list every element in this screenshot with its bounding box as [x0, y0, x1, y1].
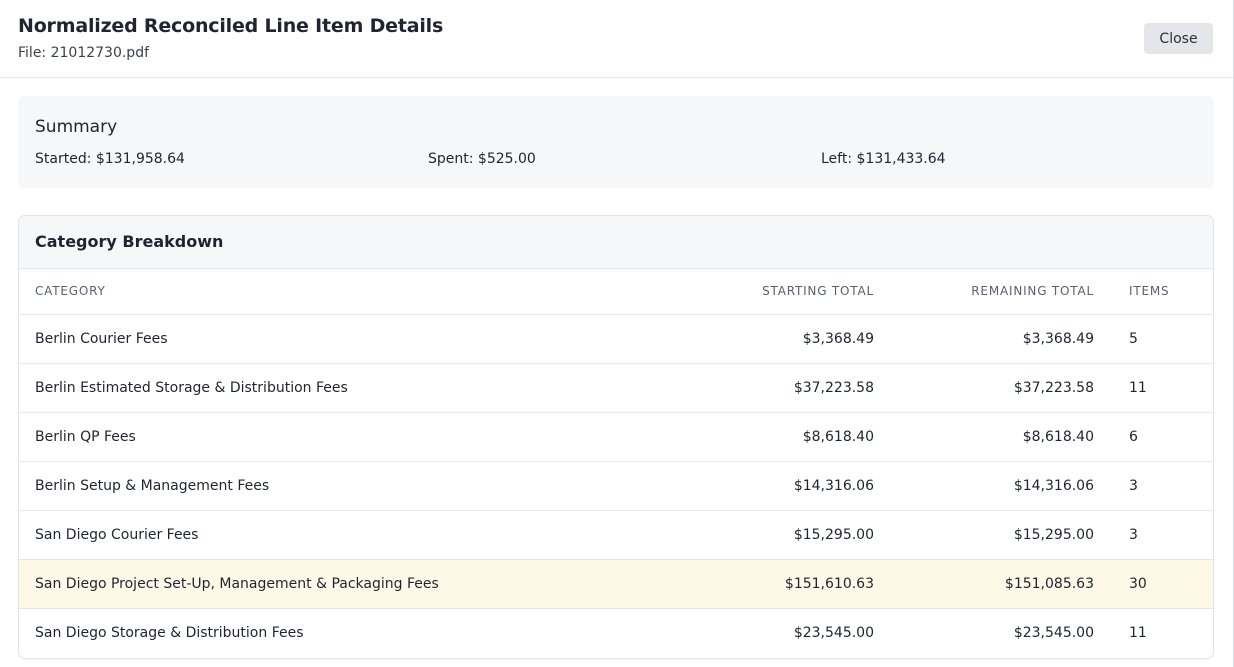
close-button[interactable]: Close	[1144, 23, 1213, 54]
table-header-row: CATEGORY STARTING TOTAL REMAINING TOTAL …	[19, 269, 1213, 315]
table-row[interactable]: Berlin Setup & Management Fees $14,316.0…	[19, 461, 1213, 511]
cell-starting-total: $23,545.00	[793, 624, 874, 641]
cell-starting-total: $3,368.49	[657, 314, 874, 364]
cell-starting-total: $151,610.63	[657, 559, 874, 609]
column-header-starting-total: STARTING TOTAL	[657, 269, 874, 315]
cell-remaining-total: $37,223.58	[874, 363, 1094, 413]
cell-items: 3	[1094, 461, 1213, 511]
column-header-items: ITEMS	[1094, 269, 1213, 315]
table-row[interactable]: Berlin Courier Fees $3,368.49 $3,368.49 …	[19, 314, 1213, 364]
category-breakdown-card: Category Breakdown CATEGORY STARTING TOT…	[18, 215, 1214, 659]
table-row[interactable]: San Diego Courier Fees $15,295.00 $15,29…	[19, 510, 1213, 560]
category-table: CATEGORY STARTING TOTAL REMAINING TOTAL …	[19, 269, 1213, 657]
table-row[interactable]: San Diego Storage & Distribution Fees $2…	[19, 608, 1213, 657]
cell-items: 11	[1094, 363, 1213, 413]
cell-category: Berlin Estimated Storage & Distribution …	[19, 363, 657, 413]
cell-category: Berlin Setup & Management Fees	[19, 461, 657, 511]
cell-items: 5	[1094, 314, 1213, 364]
cell-items: 6	[1094, 412, 1213, 462]
column-header-category: CATEGORY	[19, 269, 657, 315]
cell-category: Berlin QP Fees	[19, 412, 657, 462]
cell-remaining-total: $23,545.00	[1013, 624, 1094, 641]
modal-header: Normalized Reconciled Line Item Details …	[0, 0, 1233, 78]
table-body: Berlin Courier Fees $3,368.49 $3,368.49 …	[19, 314, 1213, 657]
table-row[interactable]: San Diego Project Set-Up, Management & P…	[19, 559, 1213, 609]
cell-starting-total: $14,316.06	[657, 461, 874, 511]
summary-title: Summary	[35, 117, 118, 137]
cell-remaining-total: $8,618.40	[874, 412, 1094, 462]
summary-card: Summary Started: $131,958.64 Spent: $525…	[18, 96, 1214, 188]
cell-remaining-total: $151,085.63	[874, 559, 1094, 609]
table-row[interactable]: Berlin Estimated Storage & Distribution …	[19, 363, 1213, 413]
file-name-label: File: 21012730.pdf	[18, 45, 150, 61]
line-item-details-modal: Normalized Reconciled Line Item Details …	[0, 0, 1234, 667]
cell-items: 30	[1094, 559, 1213, 609]
cell-starting-total: $37,223.58	[657, 363, 874, 413]
cell-category: San Diego Project Set-Up, Management & P…	[19, 559, 657, 609]
column-header-remaining-total: REMAINING TOTAL	[874, 269, 1094, 315]
summary-left: Left: $131,433.64	[821, 151, 946, 167]
cell-category: San Diego Courier Fees	[19, 510, 657, 560]
modal-body[interactable]: Summary Started: $131,958.64 Spent: $525…	[0, 79, 1233, 667]
modal-title: Normalized Reconciled Line Item Details	[18, 15, 444, 37]
breakdown-header: Category Breakdown	[19, 216, 1213, 269]
cell-items: 11	[1129, 624, 1147, 641]
cell-remaining-total: $14,316.06	[874, 461, 1094, 511]
cell-remaining-total: $3,368.49	[874, 314, 1094, 364]
cell-items: 3	[1094, 510, 1213, 560]
cell-starting-total: $8,618.40	[657, 412, 874, 462]
cell-starting-total: $15,295.00	[657, 510, 874, 560]
cell-remaining-total: $15,295.00	[874, 510, 1094, 560]
cell-category: Berlin Courier Fees	[19, 314, 657, 364]
breakdown-title: Category Breakdown	[35, 232, 224, 251]
summary-started: Started: $131,958.64	[35, 151, 185, 167]
summary-spent: Spent: $525.00	[428, 151, 536, 167]
table-row[interactable]: Berlin QP Fees $8,618.40 $8,618.40 6	[19, 412, 1213, 462]
cell-category: San Diego Storage & Distribution Fees	[35, 624, 304, 641]
